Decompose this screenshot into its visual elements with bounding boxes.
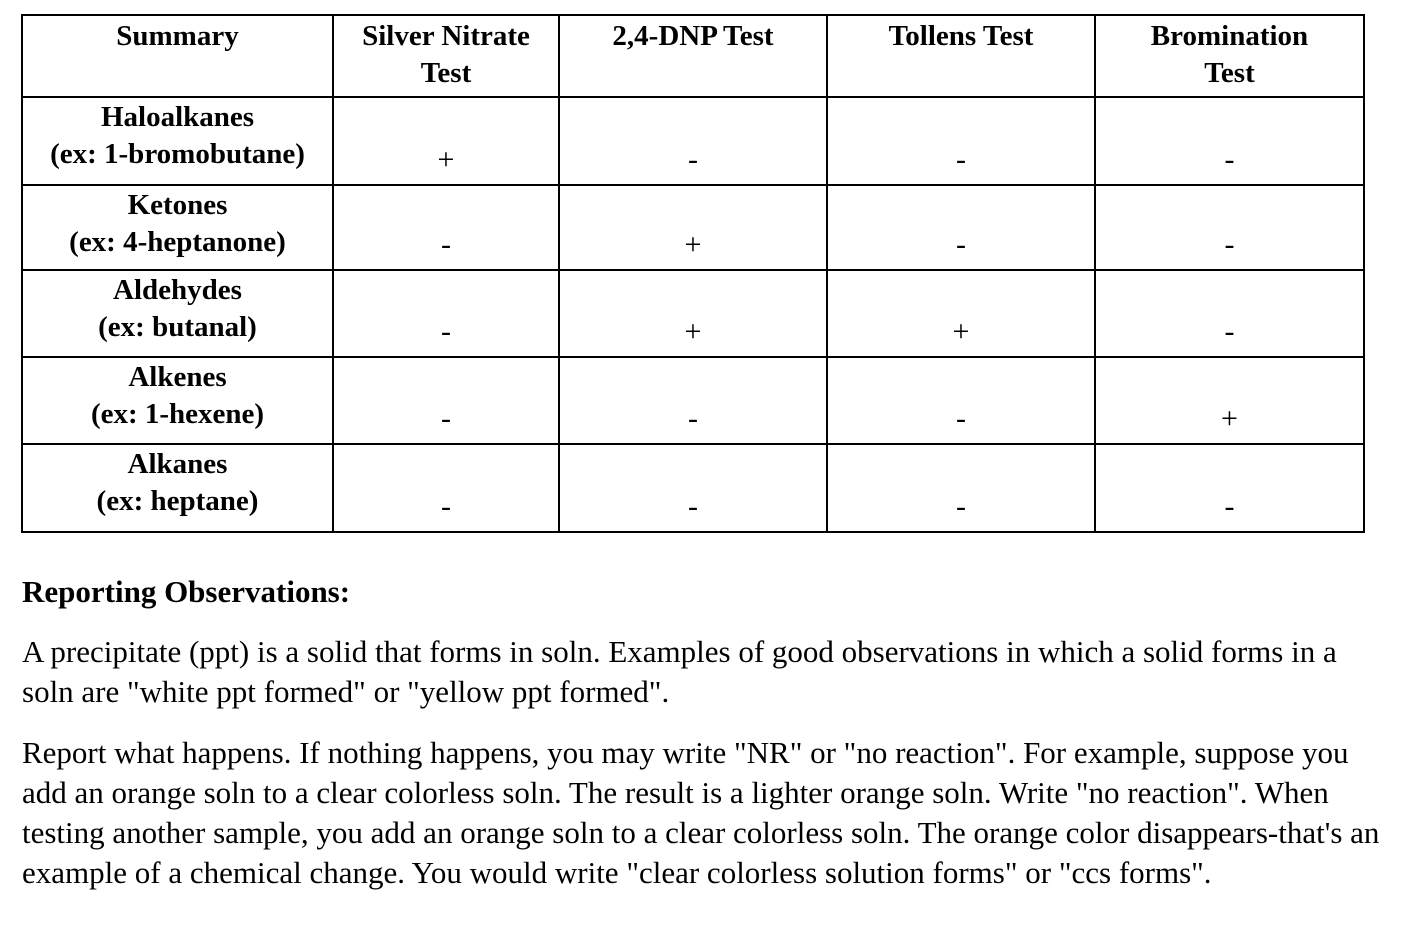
header-line: Test <box>1204 57 1255 89</box>
result-cell: - <box>1094 443 1365 533</box>
result-cell: + <box>826 269 1096 358</box>
result-cell: - <box>558 96 828 186</box>
result-cell: + <box>332 96 560 186</box>
compound-class: Haloalkanes <box>100 101 255 133</box>
header-silver-nitrate-test: Silver Nitrate Test <box>332 14 560 98</box>
header-dnp-test: 2,4-DNP Test <box>558 14 828 98</box>
result-cell: - <box>1094 269 1365 358</box>
result-cell: - <box>1094 96 1365 186</box>
row-label: Alkenes (ex: 1-hexene) <box>21 356 334 445</box>
result-cell: + <box>1094 356 1365 445</box>
compound-class: Ketones <box>127 189 228 221</box>
result-cell: - <box>332 184 560 271</box>
compound-class: Alkenes <box>128 361 227 393</box>
table-row-ketones: Ketones (ex: 4-heptanone) - + - - <box>21 184 1365 271</box>
paragraph-precipitate: A precipitate (ppt) is a solid that form… <box>22 634 1337 709</box>
table-row-haloalkanes: Haloalkanes (ex: 1-bromobutane) + - - - <box>21 96 1365 186</box>
result-cell: - <box>558 443 828 533</box>
result-cell: - <box>826 184 1096 271</box>
result-cell: + <box>558 184 828 271</box>
header-line: 2,4-DNP Test <box>612 20 774 52</box>
compound-example: (ex: heptane) <box>96 485 259 517</box>
result-cell: - <box>826 443 1096 533</box>
header-line: Test <box>420 57 472 89</box>
result-cell: - <box>826 96 1096 186</box>
header-line: Summary <box>116 20 239 52</box>
row-label: Haloalkanes (ex: 1-bromobutane) <box>21 96 334 186</box>
compound-class: Alkanes <box>127 448 228 480</box>
row-label: Ketones (ex: 4-heptanone) <box>21 184 334 271</box>
summary-table: Summary Silver Nitrate Test 2,4-DNP Test… <box>21 14 1365 533</box>
compound-example: (ex: butanal) <box>98 311 257 343</box>
row-label: Aldehydes (ex: butanal) <box>21 269 334 358</box>
result-cell: - <box>332 269 560 358</box>
table-header-row: Summary Silver Nitrate Test 2,4-DNP Test… <box>21 14 1365 98</box>
header-line: Bromination <box>1150 20 1309 52</box>
compound-example: (ex: 1-bromobutane) <box>50 138 305 170</box>
header-line: Silver Nitrate <box>362 20 530 52</box>
result-cell: - <box>332 356 560 445</box>
table-row-alkenes: Alkenes (ex: 1-hexene) - - - + <box>21 356 1365 445</box>
table-row-aldehydes: Aldehydes (ex: butanal) - + + - <box>21 269 1365 358</box>
paragraph-report-what-happens: Report what happens. If nothing happens,… <box>22 735 1380 890</box>
compound-example: (ex: 1-hexene) <box>90 398 265 430</box>
header-bromination-test: Bromination Test <box>1094 14 1365 98</box>
table-row-alkanes: Alkanes (ex: heptane) - - - - <box>21 443 1365 533</box>
compound-class: Aldehydes <box>113 274 242 306</box>
result-cell: + <box>558 269 828 358</box>
result-cell: - <box>332 443 560 533</box>
result-cell: - <box>1094 184 1365 271</box>
row-label: Alkanes (ex: heptane) <box>21 443 334 533</box>
section-heading: Reporting Observations: <box>22 574 351 609</box>
compound-example: (ex: 4-heptanone) <box>69 226 286 258</box>
result-cell: - <box>558 356 828 445</box>
header-summary: Summary <box>21 14 334 98</box>
result-cell: - <box>826 356 1096 445</box>
header-line: Tollens Test <box>888 20 1034 52</box>
header-tollens-test: Tollens Test <box>826 14 1096 98</box>
